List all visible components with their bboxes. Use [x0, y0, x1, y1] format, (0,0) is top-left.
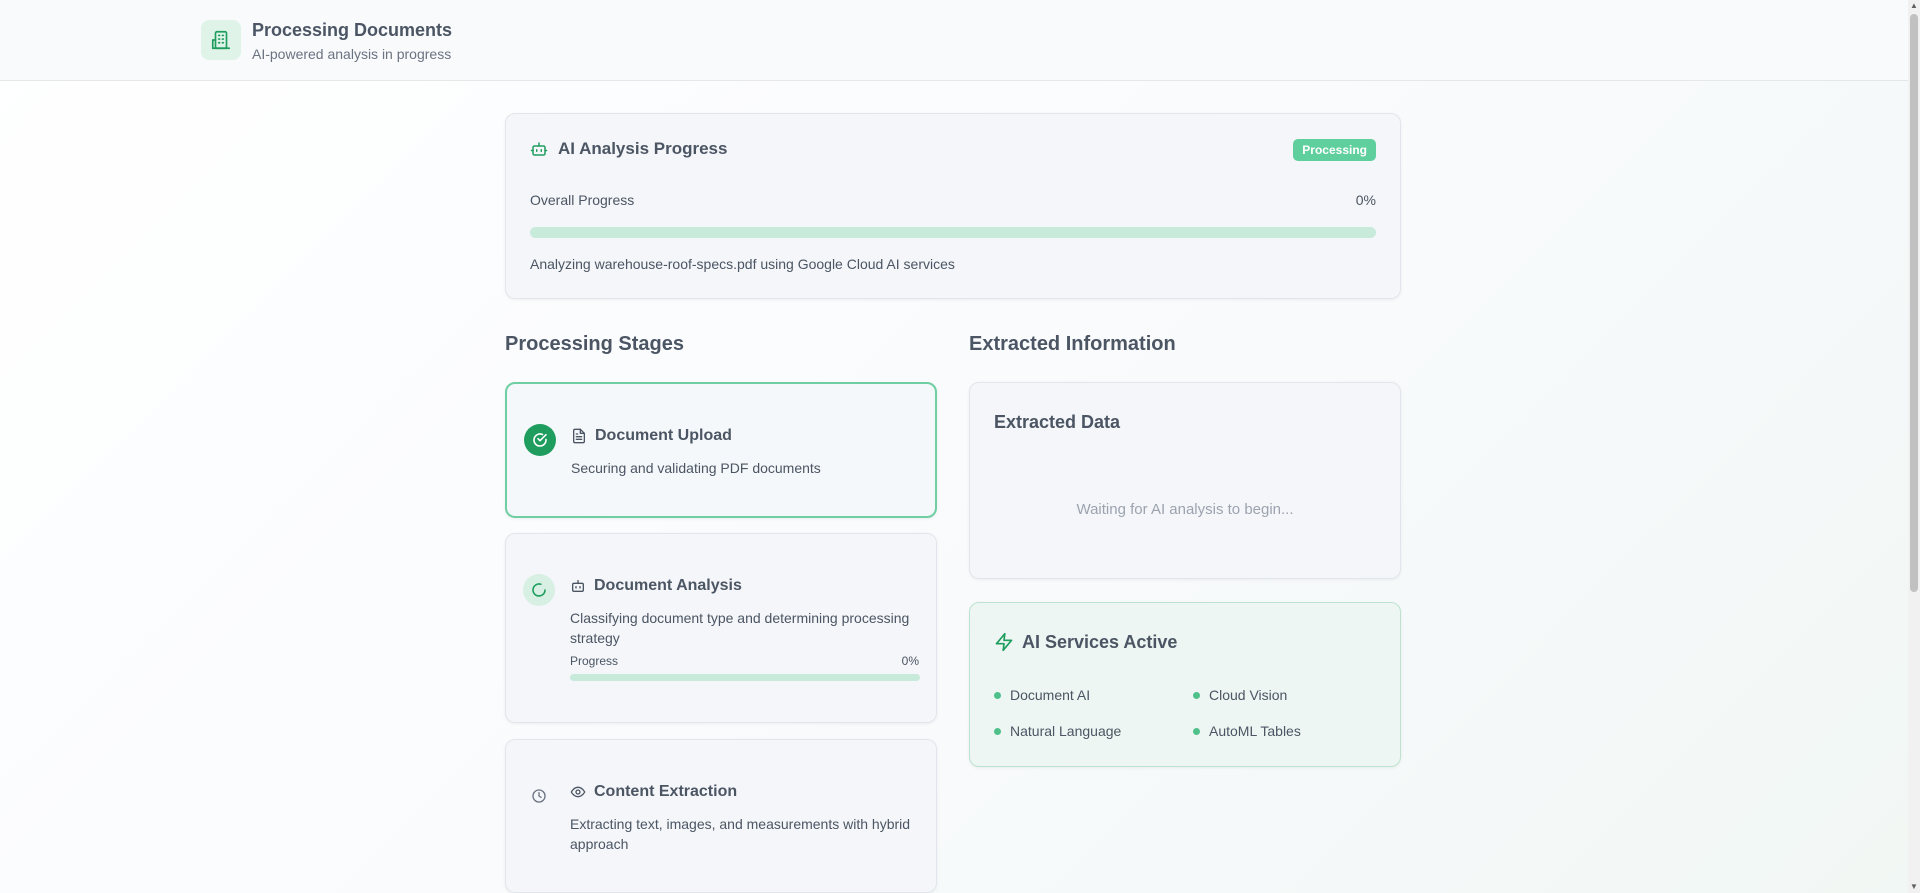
loading-spinner-icon — [523, 574, 555, 606]
stage-title: Document Upload — [595, 427, 732, 444]
service-item: Document AI — [994, 687, 1090, 703]
lightning-icon — [994, 632, 1014, 657]
extracted-data-card: Extracted Data Waiting for AI analysis t… — [969, 382, 1401, 579]
stage-content-extraction[interactable]: Content Extraction Extracting text, imag… — [505, 739, 937, 893]
service-item: AutoML Tables — [1193, 723, 1301, 739]
waiting-message: Waiting for AI analysis to begin... — [1076, 501, 1294, 518]
scroll-down-icon[interactable]: ▼ — [1908, 881, 1920, 893]
service-item: Natural Language — [994, 723, 1121, 739]
overall-progress-bar — [530, 227, 1376, 238]
check-circle-icon — [524, 424, 556, 456]
stage-progress-percent: 0% — [901, 654, 919, 668]
ai-services-title: AI Services Active — [1022, 632, 1178, 652]
stage-description: Classifying document type and determinin… — [570, 610, 910, 646]
stage-progress-bar — [570, 674, 920, 681]
status-dot — [994, 728, 1001, 735]
stage-title: Content Extraction — [594, 783, 738, 800]
clock-icon — [523, 780, 555, 812]
scrollbar-thumb[interactable] — [1910, 14, 1918, 592]
stage-progress-label: Progress — [570, 654, 619, 668]
robot-icon — [530, 140, 548, 163]
analyzing-status-text: Analyzing warehouse-roof-specs.pdf using… — [530, 256, 955, 272]
service-item: Cloud Vision — [1193, 687, 1287, 703]
status-dot — [994, 692, 1001, 699]
page-scrollbar[interactable]: ▲ ▼ — [1908, 0, 1920, 893]
overall-progress-label: Overall Progress — [530, 192, 635, 208]
building-icon — [201, 20, 241, 60]
stage-description: Securing and validating PDF documents — [571, 460, 821, 476]
status-dot — [1193, 692, 1200, 699]
stage-document-upload[interactable]: Document Upload Securing and validating … — [505, 382, 937, 518]
ai-services-card: AI Services Active Document AI Cloud Vis… — [969, 602, 1401, 767]
processing-stages-heading: Processing Stages — [505, 333, 684, 355]
status-badge: Processing — [1293, 139, 1376, 161]
page-title: Processing Documents — [252, 20, 453, 40]
extracted-information-heading: Extracted Information — [969, 333, 1176, 355]
status-dot — [1193, 728, 1200, 735]
ai-analysis-progress-card: AI Analysis Progress Processing Overall … — [505, 113, 1401, 299]
extracted-data-title: Extracted Data — [994, 412, 1121, 432]
stage-title: Document Analysis — [594, 577, 742, 594]
app-header: Processing Documents AI-powered analysis… — [0, 0, 1908, 81]
stage-document-analysis[interactable]: Document Analysis Classifying document t… — [505, 533, 937, 723]
progress-title: AI Analysis Progress — [558, 139, 728, 158]
scroll-up-icon[interactable]: ▲ — [1908, 0, 1920, 12]
page-subtitle: AI-powered analysis in progress — [252, 46, 452, 62]
overall-progress-percent: 0% — [1355, 192, 1376, 208]
stage-description: Extracting text, images, and measurement… — [570, 816, 911, 852]
